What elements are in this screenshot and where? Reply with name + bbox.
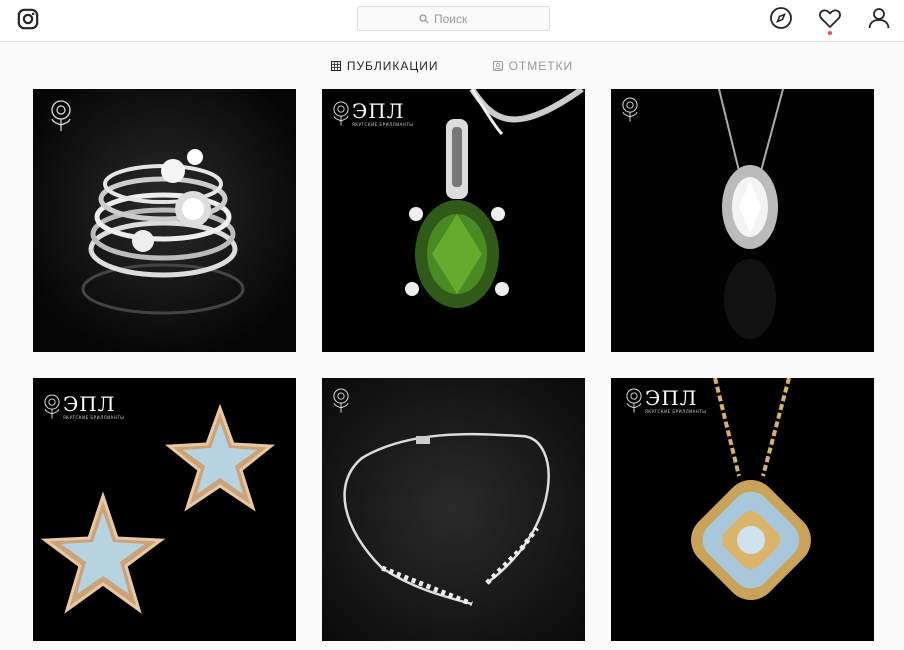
search-icon bbox=[419, 13, 429, 24]
post-image bbox=[322, 89, 585, 352]
post-image bbox=[322, 378, 585, 641]
flower-icon bbox=[44, 394, 60, 419]
flower-icon bbox=[51, 100, 71, 131]
heart-icon[interactable] bbox=[818, 6, 842, 30]
post-green-pendant[interactable]: ЭПЛ ЯКУТСКИЕ БРИЛЛИАНТЫ bbox=[322, 89, 585, 352]
brand-name: ЭПЛ bbox=[352, 99, 405, 123]
post-image bbox=[611, 89, 874, 352]
notification-dot bbox=[828, 31, 832, 35]
brand-name: ЭПЛ bbox=[63, 392, 116, 416]
tab-tagged[interactable]: ОТМЕТКИ bbox=[492, 54, 574, 78]
post-cushion-pendant[interactable]: ЭПЛ ЯКУТСКИЕ БРИЛЛИАНТЫ bbox=[611, 378, 874, 641]
user-icon[interactable] bbox=[867, 6, 891, 30]
tagged-icon bbox=[492, 61, 503, 71]
tab-publications-label: ПУБЛИКАЦИИ bbox=[346, 59, 439, 73]
posts-grid: ЭПЛ ЯКУТСКИЕ БРИЛЛИАНТЫ ЭПЛ ЯКУТСКИЕ БРИ… bbox=[33, 89, 874, 641]
grid-icon bbox=[330, 61, 341, 71]
search-input[interactable] bbox=[434, 11, 488, 26]
post-star-earrings[interactable]: ЭПЛ ЯКУТСКИЕ БРИЛЛИАНТЫ bbox=[33, 378, 296, 641]
instagram-camera-icon[interactable] bbox=[17, 8, 39, 30]
top-navigation-bar bbox=[0, 0, 904, 42]
tab-publications[interactable]: ПУБЛИКАЦИИ bbox=[330, 54, 439, 78]
flower-icon bbox=[622, 97, 638, 122]
search-box[interactable] bbox=[357, 6, 550, 31]
flower-icon bbox=[626, 388, 642, 413]
compass-icon[interactable] bbox=[769, 6, 793, 30]
brand-name: ЭПЛ bbox=[645, 386, 698, 410]
post-collar-necklace[interactable] bbox=[322, 378, 585, 641]
profile-tabs: ПУБЛИКАЦИИ ОТМЕТКИ bbox=[0, 54, 904, 78]
flower-icon bbox=[333, 101, 349, 126]
brand-tagline: ЯКУТСКИЕ БРИЛЛИАНТЫ bbox=[645, 409, 707, 414]
flower-icon bbox=[333, 388, 349, 413]
tab-tagged-label: ОТМЕТКИ bbox=[508, 59, 574, 73]
brand-tagline: ЯКУТСКИЕ БРИЛЛИАНТЫ bbox=[352, 122, 414, 127]
post-rings[interactable] bbox=[33, 89, 296, 352]
post-marquise-pendant[interactable] bbox=[611, 89, 874, 352]
brand-tagline: ЯКУТСКИЕ БРИЛЛИАНТЫ bbox=[63, 415, 125, 420]
post-image bbox=[611, 378, 874, 641]
